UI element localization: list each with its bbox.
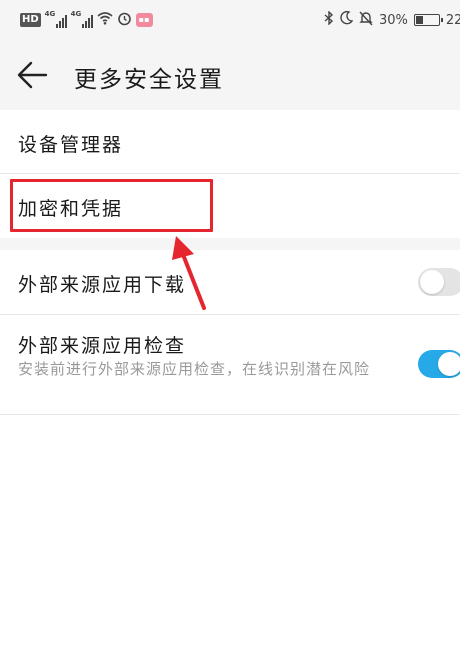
clock: 22: [445,12,460,28]
alarm-icon [117,11,132,30]
external-source-download-item[interactable]: 外部来源应用下载 [0,250,460,315]
external-source-check-toggle[interactable] [418,350,460,378]
cellular-signal-icon-2: 4G [70,10,93,28]
status-bar: HD 4G 4G ▪▪ 30% 22: [0,0,460,40]
bluetooth-icon [324,10,334,29]
app-notification-icon: ▪▪ [135,13,153,27]
toggle-knob [420,270,444,294]
external-source-check-label: 外部来源应用检查 [18,335,187,357]
battery-icon [413,14,443,26]
page-title: 更多安全设置 [74,67,224,93]
external-source-check-item[interactable]: 外部来源应用检查 安装前进行外部来源应用检查，在线识别潜在风险 [0,315,460,415]
device-manager-label: 设备管理器 [18,134,124,156]
status-bar-left: HD 4G 4G ▪▪ [20,10,153,30]
external-source-check-description: 安装前进行外部来源应用检查，在线识别潜在风险 [18,360,371,378]
pointer-arrow-icon [172,236,206,310]
toggle-knob [438,352,460,376]
moon-icon [340,10,354,29]
battery-percentage: 30% [379,12,408,28]
network-type-label: 4G [44,10,56,18]
external-source-download-toggle[interactable] [418,268,460,296]
cellular-signal-icon: 4G [44,10,67,28]
status-bar-right: 30% 22: [324,10,460,30]
network-type-label-2: 4G [70,10,82,18]
back-arrow-icon[interactable] [16,58,50,92]
notifications-muted-icon [359,11,373,30]
wifi-icon [97,11,113,29]
hd-icon: HD [20,13,41,27]
device-manager-item[interactable]: 设备管理器 [0,110,460,174]
highlight-box [10,179,213,232]
group-separator [0,238,460,250]
title-bar: 更多安全设置 [0,40,460,110]
